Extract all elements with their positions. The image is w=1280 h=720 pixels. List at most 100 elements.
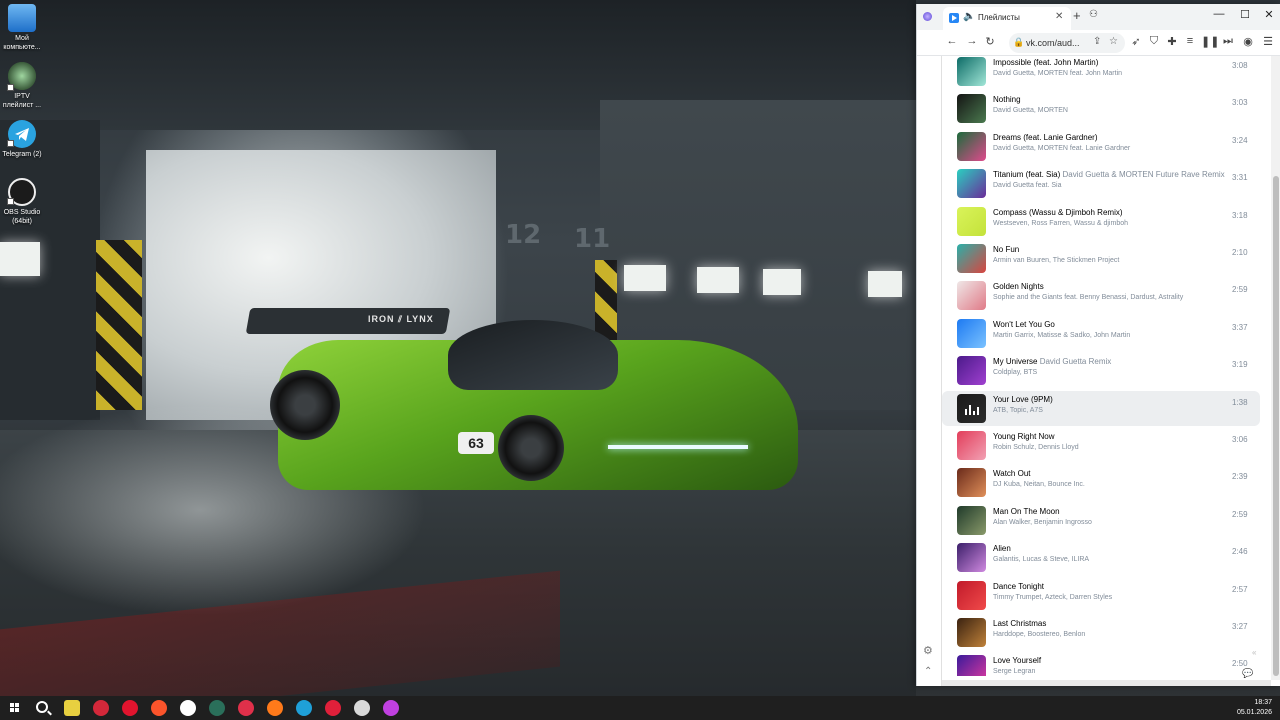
scrollbar-thumb[interactable]	[1273, 176, 1279, 676]
album-cover[interactable]	[957, 580, 986, 610]
close-icon[interactable]: ✕	[1055, 11, 1063, 22]
windows-start-icon[interactable]	[10, 703, 20, 713]
track-row[interactable]: Last Christmas Harddope, Boostereo, Benlo…	[942, 615, 1260, 650]
track-artist[interactable]: Galantis, Lucas & Steve, ILIRA	[993, 556, 1089, 563]
track-title[interactable]: Compass (Wassu & Djimboh Remix)	[993, 208, 1123, 217]
opera-gx-icon[interactable]	[325, 700, 341, 716]
brave-icon[interactable]	[151, 700, 167, 716]
track-artist[interactable]: David Guetta, MORTEN	[993, 107, 1068, 114]
track-row[interactable]: Man On The Moon Alan Walker, Benjamin Ing…	[942, 503, 1260, 538]
track-artist[interactable]: David Guetta, MORTEN feat. Lanie Gardner	[993, 145, 1130, 152]
firefox-icon[interactable]	[267, 700, 283, 716]
gear-icon[interactable]: ⚙	[923, 644, 933, 657]
search-icon[interactable]	[36, 701, 48, 713]
track-row[interactable]: Dance Tonight Timmy Trumpet, Azteck, Darr…	[942, 578, 1260, 613]
track-title[interactable]: No Fun	[993, 245, 1019, 254]
profile-icon[interactable]: ◉	[1241, 35, 1255, 48]
back-icon[interactable]: ←	[945, 35, 959, 47]
album-cover[interactable]	[957, 543, 986, 573]
track-row[interactable]: Nothing David Guetta, MORTEN 3:03	[942, 91, 1260, 126]
track-title[interactable]: Love Yourself	[993, 656, 1041, 665]
scrollbar[interactable]	[1271, 56, 1280, 680]
chat-icon[interactable]: 💬	[1242, 668, 1253, 679]
close-window-icon[interactable]: ✕	[1259, 8, 1279, 21]
menu-icon[interactable]: ☰	[1261, 35, 1275, 48]
desktop-icon-iptv[interactable]: IPTV плейлист ...	[2, 62, 42, 110]
track-row[interactable]: Golden Nights Sophie and the Giants feat.…	[942, 278, 1260, 313]
minimize-icon[interactable]: —	[1209, 8, 1229, 20]
new-tab-icon[interactable]: +	[1073, 8, 1081, 23]
track-title[interactable]: Impossible (feat. John Martin)	[993, 58, 1098, 67]
track-title[interactable]: Man On The Moon	[993, 507, 1060, 516]
vivaldi-icon[interactable]	[93, 700, 109, 716]
track-artist[interactable]: Armin van Buuren, The Stickmen Project	[993, 257, 1119, 264]
track-row[interactable]: Compass (Wassu & Djimboh Remix) Westseven…	[942, 204, 1260, 239]
track-row[interactable]: Watch Out DJ Kuba, Neitan, Bounce Inc. 2:3…	[942, 465, 1260, 500]
track-title[interactable]: Alien	[993, 544, 1011, 553]
track-artist[interactable]: David Guetta, MORTEN feat. John Martin	[993, 70, 1122, 77]
track-artist[interactable]: Westseven, Ross Farren, Wassu & djimboh	[993, 220, 1128, 227]
album-cover[interactable]	[957, 393, 986, 423]
track-row[interactable]: Dreams (feat. Lanie Gardner) David Guetta…	[942, 129, 1260, 164]
track-artist[interactable]: ATB, Topic, A7S	[993, 407, 1043, 414]
track-row[interactable]: No Fun Armin van Buuren, The Stickmen Pro…	[942, 241, 1260, 276]
track-artist[interactable]: Coldplay, BTS	[993, 369, 1037, 376]
desktop-icon-telegram[interactable]: Telegram (2)	[2, 120, 42, 159]
track-artist[interactable]: DJ Kuba, Neitan, Bounce Inc.	[993, 481, 1085, 488]
horizontal-scrollbar[interactable]	[942, 680, 1271, 686]
lock-icon[interactable]: 🔒	[1013, 37, 1024, 48]
track-artist[interactable]: David Guetta feat. Sia	[993, 182, 1061, 189]
album-cover[interactable]	[957, 169, 986, 199]
track-row[interactable]: Titanium (feat. Sia) David Guetta & MORT…	[942, 166, 1260, 201]
album-cover[interactable]	[957, 94, 986, 124]
track-title[interactable]: Young Right Now	[993, 432, 1055, 441]
album-cover[interactable]	[957, 356, 986, 386]
track-row[interactable]: My Universe David Guetta Remix Coldplay, …	[942, 353, 1260, 388]
track-title[interactable]: Dance Tonight	[993, 582, 1044, 591]
extensions-icon[interactable]: ✚	[1165, 35, 1179, 48]
rocket-icon[interactable]: ➶	[1129, 35, 1143, 48]
album-cover[interactable]	[957, 431, 986, 460]
track-row[interactable]: Won't Let You Go Martin Garrix, Matisse &…	[942, 316, 1260, 351]
chrome-icon[interactable]	[354, 700, 370, 716]
track-row[interactable]: Young Right Now Robin Schulz, Dennis Lloy…	[942, 428, 1260, 463]
media-queue-icon[interactable]: ≡	[1183, 35, 1197, 47]
track-row[interactable]: Impossible (feat. John Martin) David Guet…	[942, 56, 1260, 89]
address-bar[interactable]: 🔒 vk.com/aud... ⇪ ☆	[1009, 33, 1125, 53]
album-cover[interactable]	[957, 318, 986, 348]
album-cover[interactable]	[957, 468, 986, 498]
desktop-icon-my-computer[interactable]: Мой компьюте...	[2, 4, 42, 52]
chevron-up-icon[interactable]: ⌃	[924, 666, 932, 677]
track-title[interactable]: Golden Nights	[993, 282, 1044, 291]
track-artist[interactable]: Robin Schulz, Dennis Lloyd	[993, 444, 1079, 451]
track-row[interactable]: Love Yourself Serge Legran 2:50	[942, 652, 1260, 676]
track-title[interactable]: Watch Out	[993, 469, 1031, 478]
shield-icon[interactable]: ⛉	[1147, 35, 1161, 48]
album-cover[interactable]	[957, 206, 986, 236]
tab-playlists[interactable]: 🔈 Плейлисты ✕	[943, 7, 1071, 30]
track-title[interactable]: Won't Let You Go	[993, 320, 1055, 329]
track-artist[interactable]: Martin Garrix, Matisse & Sadko, John Mar…	[993, 332, 1130, 339]
track-artist[interactable]: Timmy Trumpet, Azteck, Darren Styles	[993, 594, 1112, 601]
track-artist[interactable]: Sophie and the Giants feat. Benny Benass…	[993, 294, 1183, 301]
album-cover[interactable]	[957, 57, 986, 86]
opera-icon[interactable]	[122, 700, 138, 716]
track-row[interactable]: Your Love (9PM) ATB, Topic, A7S 1:38	[942, 390, 1260, 426]
track-title[interactable]: Dreams (feat. Lanie Gardner)	[993, 133, 1098, 142]
pause-icon[interactable]: ❚❚	[1201, 35, 1219, 48]
track-artist[interactable]: Serge Legran	[993, 668, 1035, 675]
track-title[interactable]: Last Christmas	[993, 619, 1046, 628]
edge-icon[interactable]	[296, 700, 312, 716]
browser-logo-icon[interactable]	[923, 12, 932, 21]
collapse-icon[interactable]: «	[1252, 648, 1256, 657]
track-title[interactable]: Titanium (feat. Sia) David Guetta & MORT…	[993, 170, 1225, 179]
speaker-icon[interactable]: 🔈	[963, 11, 975, 22]
track-title[interactable]: Nothing	[993, 95, 1021, 104]
track-artist[interactable]: Alan Walker, Benjamin Ingrosso	[993, 519, 1092, 526]
app-red-icon[interactable]	[238, 700, 254, 716]
album-cover[interactable]	[957, 505, 986, 535]
album-cover[interactable]	[957, 655, 986, 676]
bookmark-star-icon[interactable]: ☆	[1109, 36, 1118, 47]
sticky-notes-icon[interactable]	[64, 700, 80, 716]
share-icon[interactable]: ⇪	[1093, 36, 1101, 47]
